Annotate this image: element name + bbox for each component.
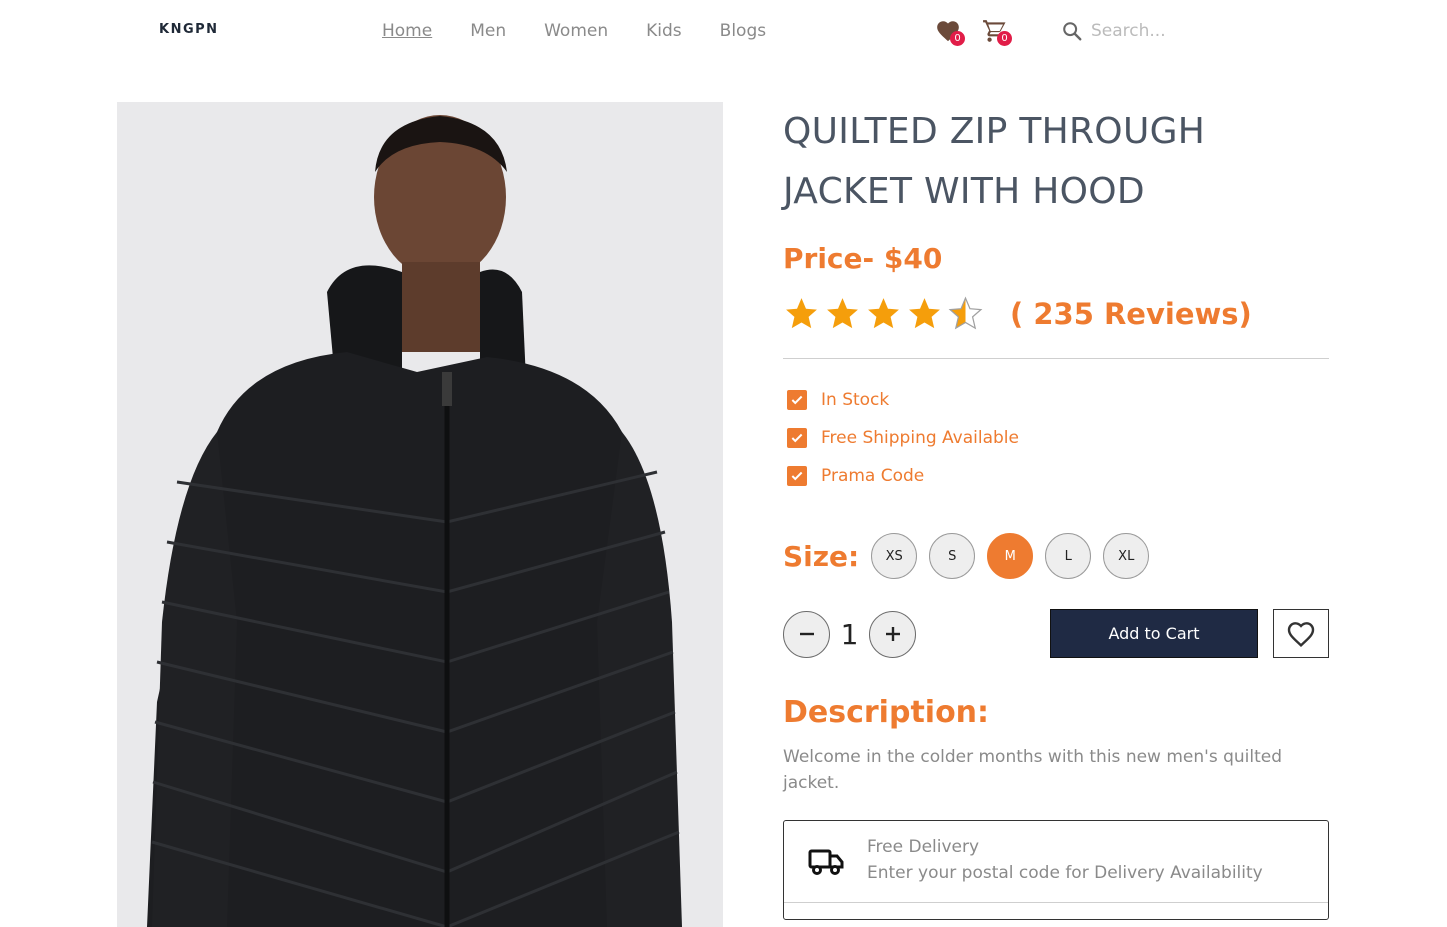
check-icon: [787, 390, 807, 410]
add-to-cart-button[interactable]: Add to Cart: [1050, 609, 1258, 658]
size-label: Size:: [783, 539, 860, 573]
review-count[interactable]: ( 235 Reviews): [1010, 297, 1252, 331]
size-selector: Size: XS S M L XL: [783, 533, 1329, 579]
size-option-m[interactable]: M: [987, 533, 1034, 579]
title-line-1: QUILTED ZIP THROUGH: [783, 111, 1206, 152]
nav-home[interactable]: Home: [382, 21, 432, 41]
feature-label: In Stock: [821, 390, 890, 410]
size-option-s[interactable]: S: [929, 533, 976, 579]
divider: [783, 358, 1329, 359]
cart-button[interactable]: 0: [982, 18, 1012, 48]
logo-text: KNGPN: [159, 22, 219, 37]
plus-icon: [885, 627, 900, 641]
product-title: QUILTED ZIP THROUGH JACKET WITH HOOD: [783, 102, 1329, 222]
nav-kids[interactable]: Kids: [646, 21, 682, 41]
feature-list: In Stock Free Shipping Available Prama C…: [783, 381, 1329, 495]
jacket-photo-icon: [147, 115, 682, 927]
delivery-subtitle: Enter your postal code for Delivery Avai…: [867, 863, 1263, 883]
star-rating: [783, 295, 984, 332]
delivery-row: Free Delivery Enter your postal code for…: [784, 821, 1328, 903]
product-price: Price- $40: [783, 242, 943, 275]
product-details: QUILTED ZIP THROUGH JACKET WITH HOOD Pri…: [783, 102, 1329, 920]
star-full-icon: [786, 298, 817, 329]
feature-promo-code: Prama Code: [783, 457, 1329, 495]
quantity-row: 1 Add to Cart: [783, 609, 1329, 659]
main-nav: Home Men Women Kids Blogs: [382, 21, 766, 41]
size-option-xl[interactable]: XL: [1103, 533, 1150, 579]
search-input[interactable]: [1091, 21, 1251, 41]
minus-icon: [799, 632, 814, 636]
delivery-title: Free Delivery: [867, 837, 980, 857]
check-icon: [787, 428, 807, 448]
search-icon[interactable]: [1061, 20, 1083, 42]
delivery-info-box[interactable]: Free Delivery Enter your postal code for…: [783, 820, 1329, 920]
star-full-icon: [868, 298, 899, 329]
star-full-icon: [909, 298, 940, 329]
size-option-xs[interactable]: XS: [871, 533, 918, 579]
description-heading: Description:: [783, 695, 990, 730]
quantity-value: 1: [840, 617, 859, 651]
feature-in-stock: In Stock: [783, 381, 1329, 419]
feature-free-shipping: Free Shipping Available: [783, 419, 1329, 457]
nav-blogs[interactable]: Blogs: [720, 21, 766, 41]
star-half-icon: [948, 296, 983, 330]
check-icon: [787, 466, 807, 486]
product-image: [117, 102, 723, 927]
feature-label: Free Shipping Available: [821, 428, 1019, 448]
star-full-icon: [827, 298, 858, 329]
truck-icon: [808, 849, 844, 875]
wishlist-count-badge: 0: [950, 31, 965, 46]
add-to-wishlist-button[interactable]: [1273, 609, 1329, 658]
wishlist-button[interactable]: 0: [935, 18, 965, 48]
increase-quantity-button[interactable]: [869, 610, 916, 658]
title-line-2: JACKET WITH HOOD: [783, 171, 1145, 212]
decrease-quantity-button[interactable]: [783, 610, 830, 658]
nav-women[interactable]: Women: [544, 21, 608, 41]
nav-men[interactable]: Men: [470, 21, 506, 41]
search-bar: [1061, 20, 1251, 42]
description-text: Welcome in the colder months with this n…: [783, 747, 1283, 793]
site-header: KNGPN Home Men Women Kids Blogs 0 0: [0, 0, 1447, 64]
logo[interactable]: KNGPN: [159, 22, 219, 37]
cart-count-badge: 0: [997, 31, 1012, 46]
rating-row: ( 235 Reviews): [783, 295, 1329, 332]
heart-outline-icon: [1287, 621, 1315, 647]
size-option-l[interactable]: L: [1045, 533, 1092, 579]
feature-label: Prama Code: [821, 466, 925, 486]
